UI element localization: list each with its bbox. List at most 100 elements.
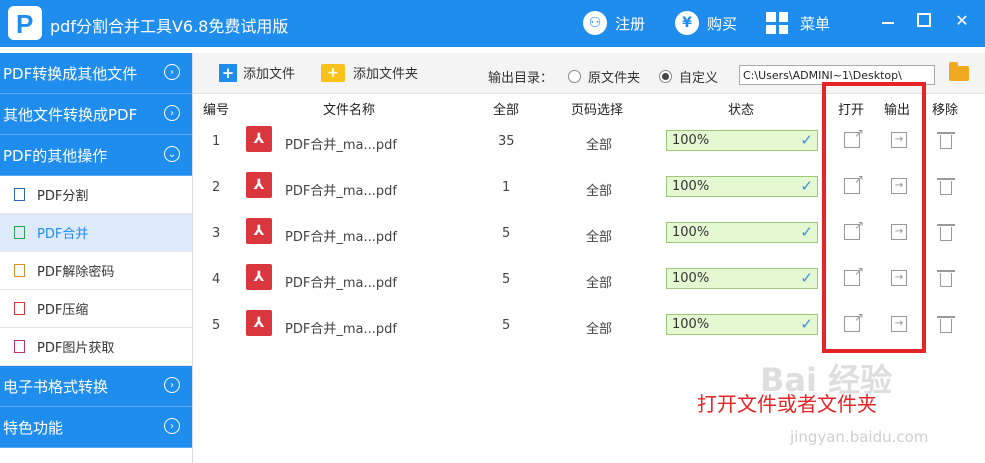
row-total: 5 bbox=[502, 272, 511, 287]
chevron-right-icon: › bbox=[164, 418, 180, 434]
watermark-url: jingyan.baidu.com bbox=[790, 428, 929, 446]
row-index: 1 bbox=[212, 134, 221, 149]
open-file-icon[interactable] bbox=[844, 126, 864, 148]
row-page-select[interactable]: 全部 bbox=[586, 134, 612, 153]
sidebar-category-pdf-to-other[interactable]: PDF转换成其他文件 › bbox=[0, 53, 192, 94]
header-open: 打开 bbox=[838, 103, 865, 118]
add-file-button[interactable]: + 添加文件 bbox=[219, 63, 295, 82]
header-total: 全部 bbox=[493, 103, 520, 118]
row-page-select[interactable]: 全部 bbox=[586, 318, 612, 337]
buy-button[interactable]: ¥ 购买 bbox=[675, 10, 737, 36]
sidebar-category-other-to-pdf[interactable]: 其他文件转换成PDF › bbox=[0, 94, 192, 135]
check-icon: ✓ bbox=[800, 177, 813, 195]
annotation-text: 打开文件或者文件夹 bbox=[697, 392, 877, 416]
row-total: 5 bbox=[502, 226, 511, 241]
row-total: 35 bbox=[498, 134, 515, 149]
sidebar-category-pdf-other-ops[interactable]: PDF的其他操作 ⌄ bbox=[0, 135, 192, 176]
row-index: 4 bbox=[212, 272, 221, 287]
output-path-input[interactable] bbox=[739, 65, 935, 85]
header-output: 输出 bbox=[884, 103, 911, 118]
chevron-right-icon: › bbox=[164, 377, 180, 393]
open-file-icon[interactable] bbox=[844, 172, 864, 194]
grid-menu-icon bbox=[766, 12, 788, 34]
progress-bar: 100% ✓ bbox=[666, 314, 818, 335]
row-total: 1 bbox=[502, 180, 511, 195]
table-header: 编号 文件名称 全部 页码选择 状态 打开 输出 移除 bbox=[193, 96, 985, 118]
table-row: 4 ⅄ PDF合并_ma...pdf 5 全部 100%✓ → bbox=[193, 258, 985, 304]
register-button[interactable]: ⚇ 注册 bbox=[583, 10, 645, 36]
radio-icon bbox=[568, 70, 581, 83]
table-row: 5 ⅄ PDF合并_ma...pdf 5 全部 100%✓ → bbox=[193, 304, 985, 350]
header-name: 文件名称 bbox=[323, 103, 376, 118]
sidebar-category-features[interactable]: 特色功能 › bbox=[0, 407, 192, 448]
row-page-select[interactable]: 全部 bbox=[586, 272, 612, 291]
pdf-icon: ⅄ bbox=[246, 218, 272, 244]
progress-bar: 100% ✓ bbox=[666, 176, 818, 197]
header-index: 编号 bbox=[203, 103, 230, 118]
chevron-right-icon: › bbox=[164, 105, 180, 121]
close-button[interactable]: ✕ bbox=[950, 8, 974, 32]
app-logo-icon: P bbox=[8, 6, 42, 40]
row-page-select[interactable]: 全部 bbox=[586, 180, 612, 199]
row-file-name: PDF合并_ma...pdf bbox=[285, 322, 397, 337]
sidebar-item-pdf-compress[interactable]: PDF压缩 bbox=[0, 290, 192, 328]
trash-icon[interactable] bbox=[937, 178, 955, 195]
sidebar-item-pdf-image-extract[interactable]: PDF图片获取 bbox=[0, 328, 192, 366]
check-icon: ✓ bbox=[800, 315, 813, 333]
row-file-name: PDF合并_ma...pdf bbox=[285, 230, 397, 245]
app-title: pdf分割合并工具V6.8免费试用版 bbox=[50, 17, 289, 36]
trash-icon[interactable] bbox=[937, 316, 955, 333]
yen-icon: ¥ bbox=[675, 11, 699, 35]
open-output-icon[interactable]: → bbox=[891, 224, 907, 240]
open-output-icon[interactable]: → bbox=[891, 178, 907, 194]
output-dir-label: 输出目录： bbox=[488, 71, 554, 86]
row-index: 3 bbox=[212, 226, 221, 241]
chevron-down-icon: ⌄ bbox=[164, 146, 180, 162]
sidebar-item-pdf-unlock[interactable]: PDF解除密码 bbox=[0, 252, 192, 290]
table-row: 3 ⅄ PDF合并_ma...pdf 5 全部 100%✓ → bbox=[193, 212, 985, 258]
trash-icon[interactable] bbox=[937, 132, 955, 149]
open-file-icon[interactable] bbox=[844, 310, 864, 332]
row-file-name: PDF合并_ma...pdf bbox=[285, 184, 397, 199]
progress-bar: 100% ✓ bbox=[666, 222, 818, 243]
pdf-file-icon bbox=[14, 340, 25, 353]
open-output-icon[interactable]: → bbox=[891, 270, 907, 286]
menu-button[interactable]: 菜单 bbox=[766, 10, 830, 36]
row-page-select[interactable]: 全部 bbox=[586, 226, 612, 245]
sidebar-category-ebook-convert[interactable]: 电子书格式转换 › bbox=[0, 366, 192, 407]
add-folder-button[interactable]: + 添加文件夹 bbox=[321, 63, 418, 82]
table-row: 2 ⅄ PDF合并_ma...pdf 1 全部 100%✓ → bbox=[193, 166, 985, 212]
add-folder-icon: + bbox=[321, 63, 345, 82]
open-file-icon[interactable] bbox=[844, 264, 864, 286]
radio-custom-folder[interactable]: 自定义 bbox=[659, 67, 718, 86]
user-plus-icon: ⚇ bbox=[583, 11, 607, 35]
row-index: 5 bbox=[212, 318, 221, 333]
trash-icon[interactable] bbox=[937, 270, 955, 287]
row-file-name: PDF合并_ma...pdf bbox=[285, 276, 397, 291]
open-output-icon[interactable]: → bbox=[891, 316, 907, 332]
row-file-name: PDF合并_ma...pdf bbox=[285, 138, 397, 153]
check-icon: ✓ bbox=[800, 131, 813, 149]
browse-folder-icon[interactable] bbox=[949, 62, 969, 81]
pdf-icon: ⅄ bbox=[246, 310, 272, 336]
maximize-button[interactable] bbox=[912, 8, 936, 32]
radio-original-folder[interactable]: 原文件夹 bbox=[568, 67, 640, 86]
check-icon: ✓ bbox=[800, 223, 813, 241]
row-total: 5 bbox=[502, 318, 511, 333]
sidebar-item-pdf-split[interactable]: PDF分割 bbox=[0, 176, 192, 214]
toolbar: + 添加文件 + 添加文件夹 输出目录： 原文件夹 自定义 bbox=[193, 53, 985, 94]
minimize-icon bbox=[882, 22, 894, 24]
header-status: 状态 bbox=[728, 103, 755, 118]
progress-bar: 100% ✓ bbox=[666, 268, 818, 289]
open-file-icon[interactable] bbox=[844, 218, 864, 240]
open-output-icon[interactable]: → bbox=[891, 132, 907, 148]
title-bar: P pdf分割合并工具V6.8免费试用版 ⚇ 注册 ¥ 购买 菜单 ✕ bbox=[0, 0, 985, 47]
sidebar-item-pdf-merge[interactable]: PDF合并 bbox=[0, 214, 192, 252]
pdf-icon: ⅄ bbox=[246, 172, 272, 198]
check-icon: ✓ bbox=[800, 269, 813, 287]
pdf-icon: ⅄ bbox=[246, 264, 272, 290]
minimize-button[interactable] bbox=[876, 8, 900, 32]
pdf-file-icon bbox=[14, 226, 25, 239]
trash-icon[interactable] bbox=[937, 224, 955, 241]
pdf-file-icon bbox=[14, 302, 25, 315]
